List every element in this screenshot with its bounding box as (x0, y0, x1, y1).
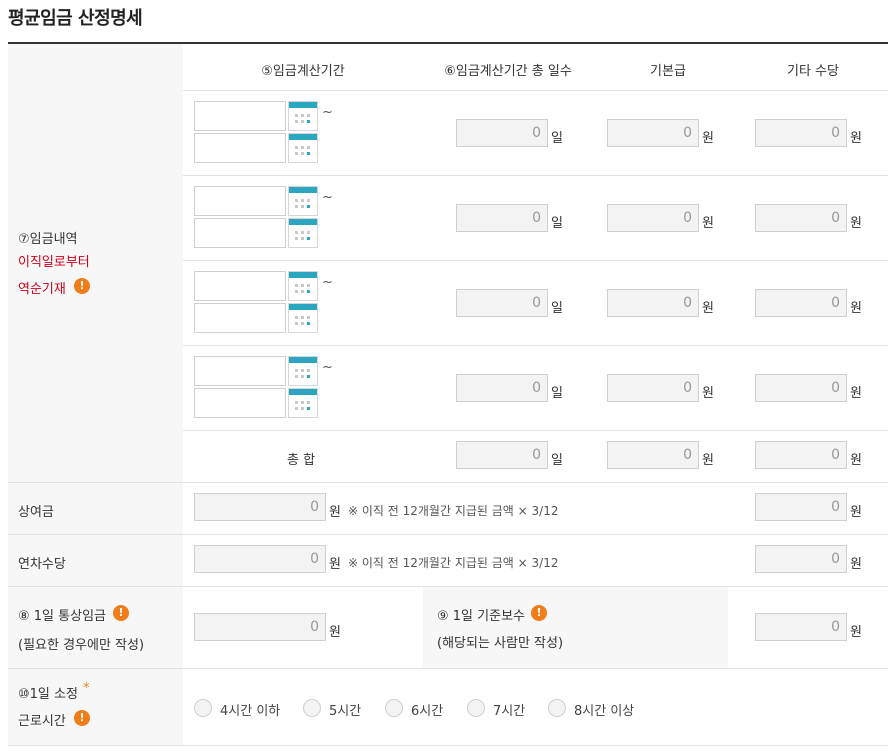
annual-note: ※ 이직 전 12개월간 지급된 금액 × 3/12 (348, 556, 559, 570)
unit-won: 원 (702, 216, 714, 231)
hours-option-label[interactable]: 7시간 (493, 700, 525, 719)
other-input[interactable]: 0 (755, 289, 847, 317)
unit-day: 일 (551, 131, 563, 146)
days-input[interactable]: 0 (456, 289, 548, 317)
ordinary-label: ⑧ 1일 통상임금 (18, 609, 106, 624)
total-base-input[interactable]: 0 (607, 441, 699, 469)
end-date-input[interactable] (194, 303, 286, 333)
days-input[interactable]: 0 (456, 374, 548, 402)
other-input[interactable]: 0 (755, 119, 847, 147)
warning-icon[interactable]: ! (113, 605, 129, 621)
hours-radio-2[interactable] (385, 699, 403, 717)
annual-input[interactable]: 0 (194, 545, 326, 573)
ordinary-sub: (필요한 경우에만 작성) (18, 638, 145, 653)
unit-day: 일 (551, 216, 563, 231)
unit-won: 원 (850, 453, 862, 468)
bonus-other-input[interactable]: 0 (755, 493, 847, 521)
hours-radio-0[interactable] (194, 699, 212, 717)
end-date-input[interactable] (194, 218, 286, 248)
hours-radio-1[interactable] (303, 699, 321, 717)
end-date-input[interactable] (194, 133, 286, 163)
hours-option-label[interactable]: 4시간 이하 (220, 700, 280, 719)
unit-won: 원 (850, 216, 862, 231)
start-date-input[interactable] (194, 186, 286, 216)
warning-icon[interactable]: ! (74, 278, 90, 294)
calendar-icon[interactable] (288, 101, 318, 131)
base-input[interactable]: 0 (607, 119, 699, 147)
unit-day: 일 (551, 301, 563, 316)
base-input[interactable]: 0 (607, 289, 699, 317)
bonus-label: 상여금 (18, 505, 54, 520)
wage-label: ⑦임금내역 (18, 232, 78, 247)
hours-option-label[interactable]: 6시간 (411, 700, 443, 719)
ordinary-input[interactable]: 0 (194, 613, 326, 641)
unit-won: 원 (702, 301, 714, 316)
range-tilde: ~ (322, 105, 333, 120)
hours-label-2: 근로시간 (18, 714, 66, 729)
other-input[interactable]: 0 (755, 374, 847, 402)
hours-radio-3[interactable] (467, 699, 485, 717)
ordinary-label-cell (8, 587, 183, 668)
start-date-input[interactable] (194, 356, 286, 386)
hours-label: ⑩1일 소정 (18, 687, 78, 702)
calendar-icon[interactable] (288, 303, 318, 333)
header-days: ⑥임금계산기간 총 일수 (444, 64, 572, 79)
page-title: 평균임금 산정명세 (8, 8, 143, 29)
wage-label-reverse-2: 역순기재 (18, 282, 66, 297)
daily-basis-label-cell (423, 587, 728, 668)
unit-won: 원 (850, 625, 862, 640)
calendar-icon[interactable] (288, 271, 318, 301)
calendar-icon[interactable] (288, 133, 318, 163)
unit-won: 원 (329, 625, 341, 640)
total-days-input[interactable]: 0 (456, 441, 548, 469)
unit-won: 원 (702, 453, 714, 468)
end-date-input[interactable] (194, 388, 286, 418)
unit-won: 원 (850, 505, 862, 520)
unit-won: 원 (850, 557, 862, 572)
unit-day: 일 (551, 386, 563, 401)
calendar-icon[interactable] (288, 218, 318, 248)
daily-basis-label: ⑨ 1일 기준보수 (437, 609, 525, 624)
start-date-input[interactable] (194, 101, 286, 131)
base-input[interactable]: 0 (607, 374, 699, 402)
bonus-note: ※ 이직 전 12개월간 지급된 금액 × 3/12 (348, 504, 559, 518)
range-tilde: ~ (322, 360, 333, 375)
hours-radio-4[interactable] (548, 699, 566, 717)
start-date-input[interactable] (194, 271, 286, 301)
unit-won: 원 (702, 386, 714, 401)
required-mark: * (83, 681, 90, 696)
header-other: 기타 수당 (787, 64, 839, 79)
warning-icon[interactable]: ! (74, 710, 90, 726)
range-tilde: ~ (322, 190, 333, 205)
hours-option-label[interactable]: 5시간 (329, 700, 361, 719)
total-label: 총 합 (287, 453, 316, 468)
header-period: ⑤임금계산기간 (261, 64, 345, 79)
unit-won: 원 (850, 386, 862, 401)
unit-won: 원 (850, 131, 862, 146)
unit-won: 원 (850, 301, 862, 316)
days-input[interactable]: 0 (456, 204, 548, 232)
annual-label: 연차수당 (18, 557, 66, 572)
unit-day: 일 (551, 453, 563, 468)
calendar-icon[interactable] (288, 388, 318, 418)
days-input[interactable]: 0 (456, 119, 548, 147)
hours-option-label[interactable]: 8시간 이상 (574, 700, 634, 719)
calendar-icon[interactable] (288, 356, 318, 386)
hours-label-cell (8, 669, 183, 745)
total-other-input[interactable]: 0 (755, 441, 847, 469)
daily-basis-sub: (해당되는 사람만 작성) (437, 636, 564, 651)
wage-label-reverse-1: 이직일로부터 (18, 255, 90, 270)
range-tilde: ~ (322, 275, 333, 290)
calendar-icon[interactable] (288, 186, 318, 216)
header-base: 기본급 (650, 64, 686, 79)
base-input[interactable]: 0 (607, 204, 699, 232)
unit-won: 원 (329, 505, 341, 520)
unit-won: 원 (329, 557, 341, 572)
daily-basis-input[interactable]: 0 (755, 613, 847, 641)
other-input[interactable]: 0 (755, 204, 847, 232)
bonus-input[interactable]: 0 (194, 493, 326, 521)
annual-other-input[interactable]: 0 (755, 545, 847, 573)
warning-icon[interactable]: ! (531, 605, 547, 621)
unit-won: 원 (702, 131, 714, 146)
